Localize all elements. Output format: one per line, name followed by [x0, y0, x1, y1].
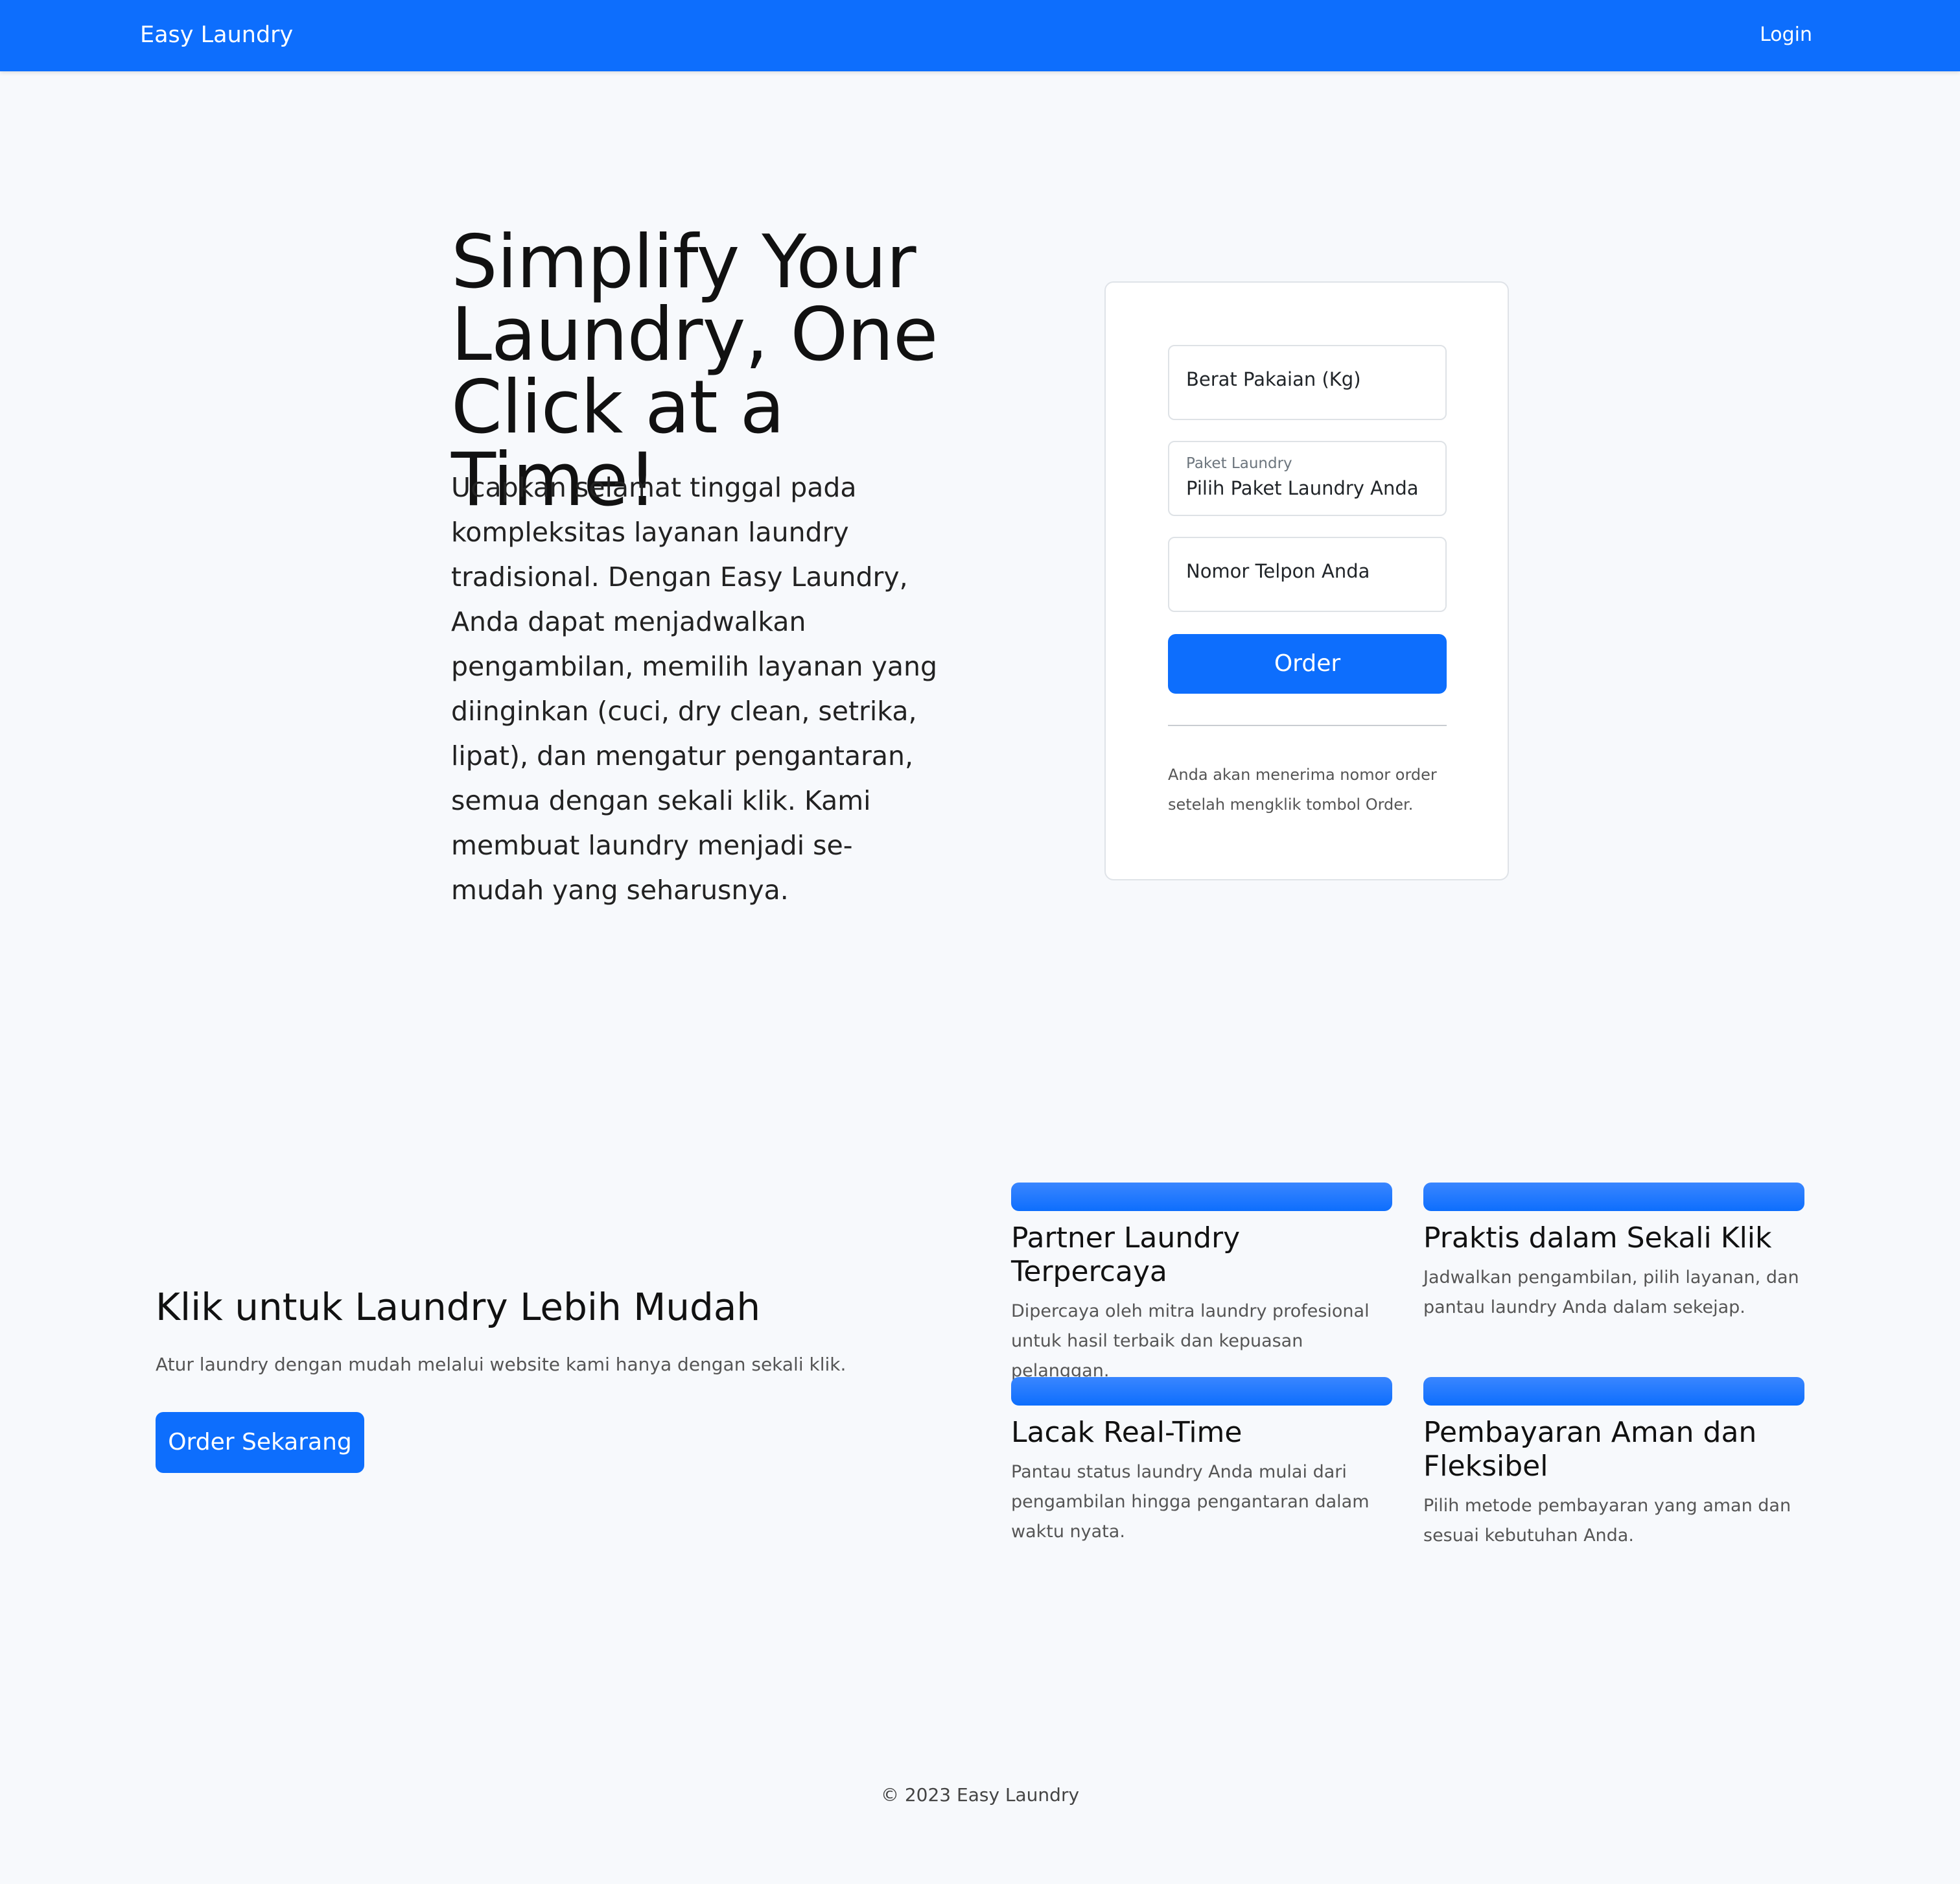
- feature-accent-bar: [1423, 1183, 1804, 1211]
- package-select-label: Paket Laundry: [1186, 455, 1292, 472]
- package-select-value: Pilih Paket Laundry Anda: [1186, 477, 1419, 499]
- order-note: Anda akan menerima nomor order setelah m…: [1168, 766, 1437, 814]
- phone-input[interactable]: Nomor Telpon Anda: [1168, 537, 1447, 612]
- order-form-card: Berat Pakaian (Kg) Paket Laundry Pilih P…: [1104, 281, 1509, 880]
- feature-text: Pilih metode pembayaran yang aman dan se…: [1423, 1496, 1791, 1546]
- feature-card: Lacak Real-Time Pantau status laundry An…: [1011, 1377, 1392, 1547]
- feature-card: Praktis dalam Sekali Klik Jadwalkan peng…: [1423, 1183, 1804, 1323]
- hero-description: Ucapkan selamat tinggal pada kompleksita…: [451, 472, 938, 906]
- feature-text: Jadwalkan pengambilan, pilih layanan, da…: [1423, 1267, 1799, 1317]
- login-link[interactable]: Login: [1760, 21, 1812, 49]
- feature-text: Dipercaya oleh mitra laundry profesional…: [1011, 1301, 1370, 1381]
- form-divider: [1168, 725, 1447, 726]
- order-now-button[interactable]: Order Sekarang: [156, 1412, 364, 1473]
- feature-text: Pantau status laundry Anda mulai dari pe…: [1011, 1462, 1370, 1542]
- feature-accent-bar: [1011, 1183, 1392, 1211]
- feature-title: Partner Laundry Terpercaya: [1011, 1221, 1241, 1288]
- footer-copyright: © 2023 Easy Laundry: [880, 1784, 1080, 1806]
- weight-input-placeholder: Berat Pakaian (Kg): [1186, 368, 1361, 390]
- order-button[interactable]: Order: [1168, 634, 1447, 694]
- feature-card: Partner Laundry Terpercaya Dipercaya ole…: [1011, 1183, 1392, 1386]
- weight-input[interactable]: Berat Pakaian (Kg): [1168, 345, 1447, 420]
- cta-text: Atur laundry dengan mudah melalui websit…: [156, 1354, 846, 1375]
- feature-accent-bar: [1011, 1377, 1392, 1406]
- package-select[interactable]: Paket Laundry Pilih Paket Laundry Anda: [1168, 441, 1447, 516]
- feature-title: Pembayaran Aman dan Fleksibel: [1423, 1416, 1757, 1483]
- feature-accent-bar: [1423, 1377, 1804, 1406]
- phone-input-placeholder: Nomor Telpon Anda: [1186, 560, 1370, 582]
- cta-title: Klik untuk Laundry Lebih Mudah: [156, 1285, 761, 1329]
- feature-title: Lacak Real-Time: [1011, 1416, 1242, 1449]
- navbar: Easy Laundry Login: [0, 0, 1960, 71]
- feature-title: Praktis dalam Sekali Klik: [1423, 1221, 1772, 1254]
- feature-card: Pembayaran Aman dan Fleksibel Pilih meto…: [1423, 1377, 1804, 1551]
- brand-link[interactable]: Easy Laundry: [140, 19, 293, 51]
